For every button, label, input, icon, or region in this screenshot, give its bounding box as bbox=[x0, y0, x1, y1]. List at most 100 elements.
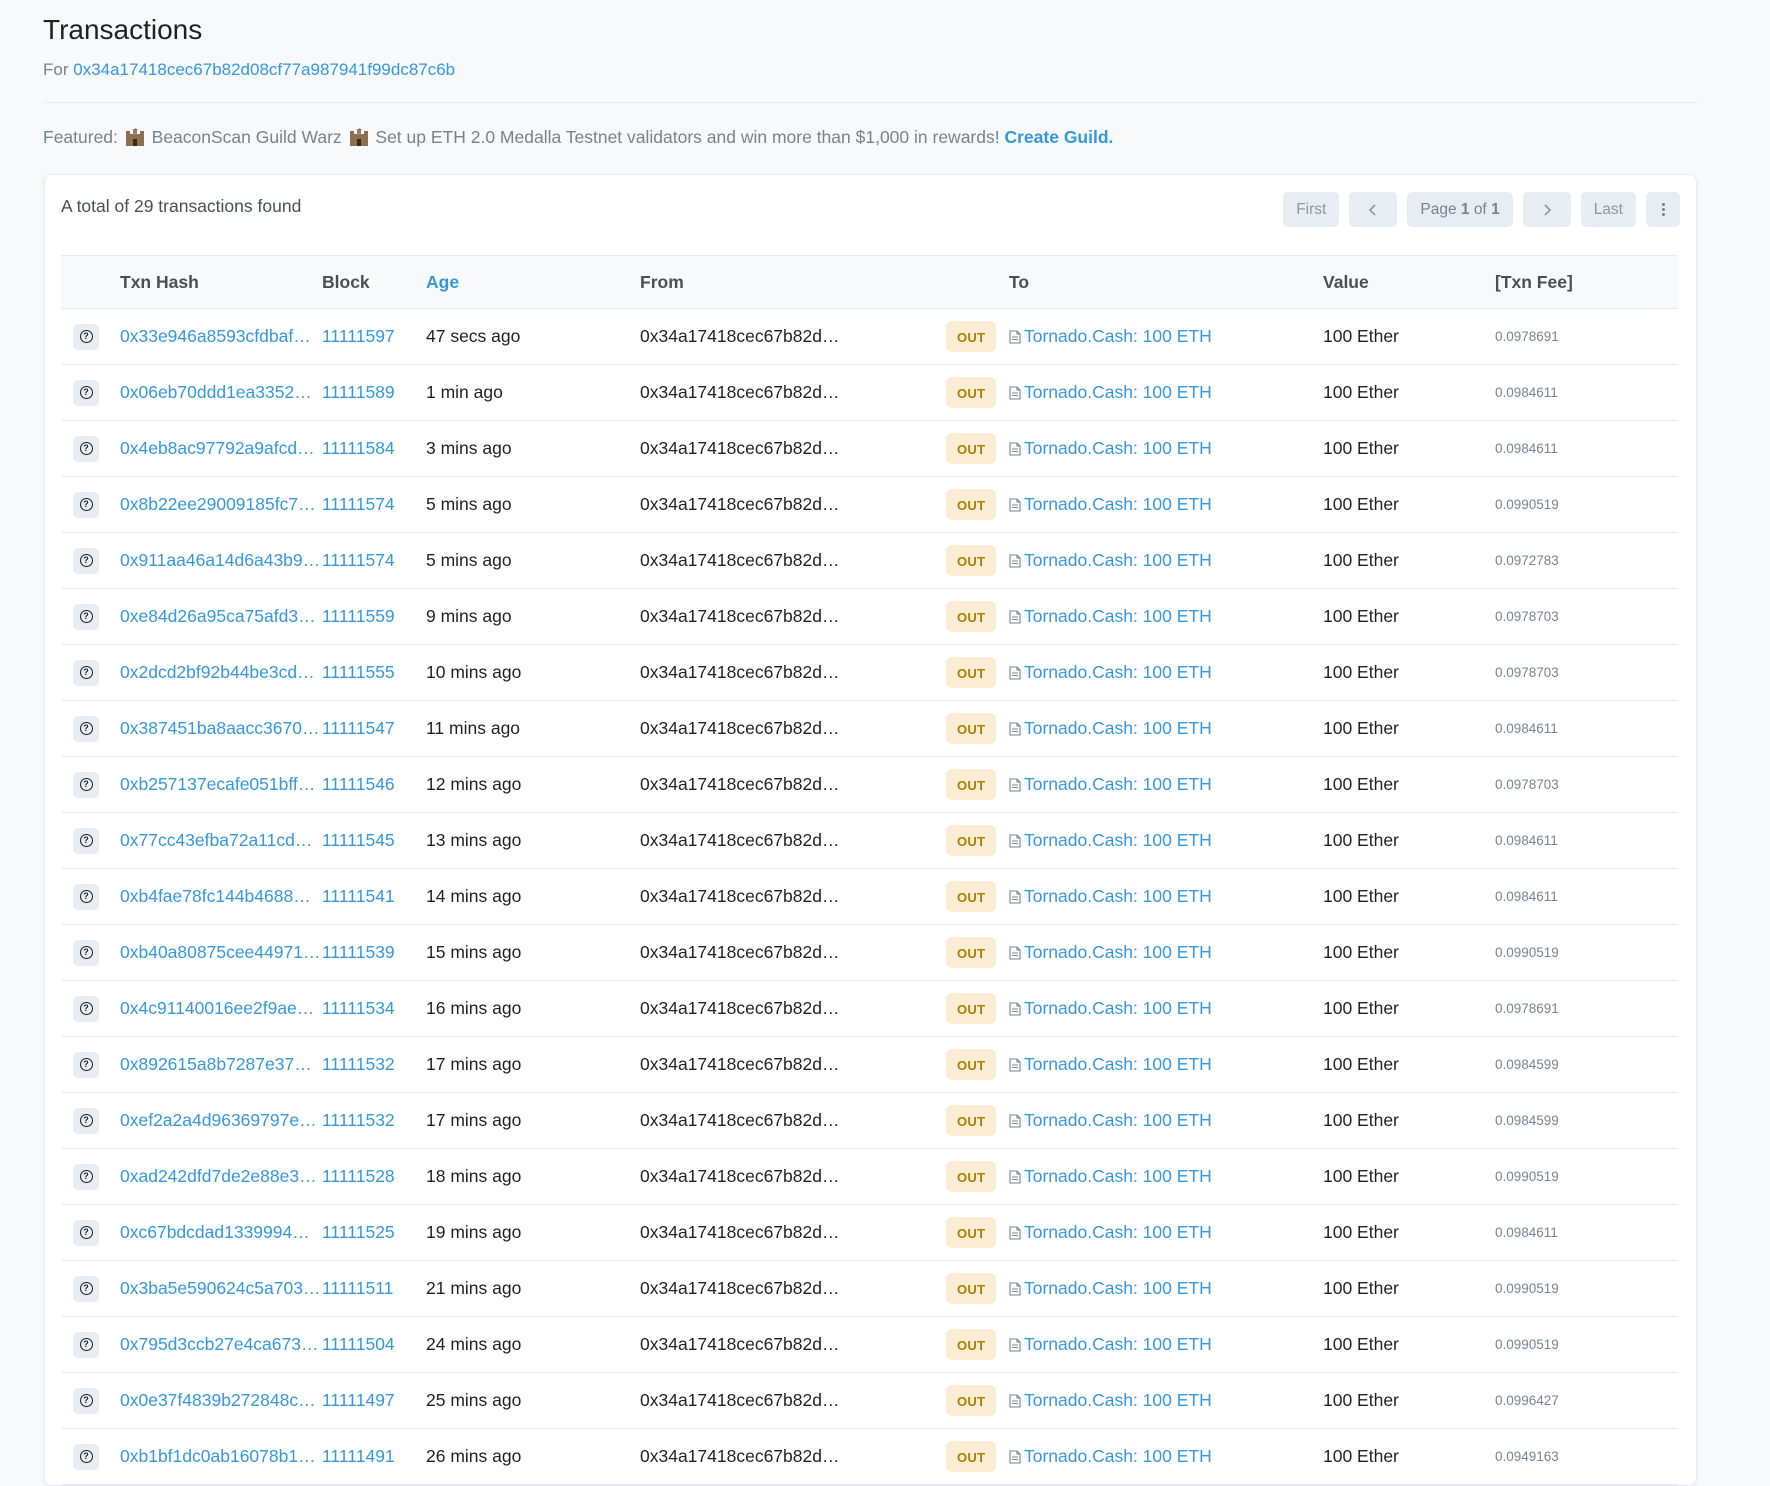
txn-details-button[interactable]: ? bbox=[73, 435, 99, 462]
txn-details-button[interactable]: ? bbox=[73, 883, 99, 910]
txn-details-button[interactable]: ? bbox=[73, 323, 99, 350]
next-page-button[interactable] bbox=[1522, 192, 1571, 227]
value-cell: 100 Ether bbox=[1323, 924, 1495, 981]
block-link[interactable]: 11111547 bbox=[322, 718, 395, 738]
out-badge: OUT bbox=[946, 433, 997, 464]
question-icon: ? bbox=[79, 386, 93, 400]
more-options-button[interactable] bbox=[1646, 192, 1680, 227]
txn-details-button[interactable]: ? bbox=[73, 827, 99, 854]
txn-hash-link[interactable]: 0x4c91140016ee2f9ae… bbox=[120, 998, 314, 1018]
to-address-link[interactable]: Tornado.Cash: 100 ETH bbox=[1024, 718, 1212, 738]
txn-hash-link[interactable]: 0xb4fae78fc144b4688… bbox=[120, 886, 311, 906]
txn-hash-link[interactable]: 0x06eb70ddd1ea3352… bbox=[120, 382, 312, 402]
block-link[interactable]: 11111539 bbox=[322, 942, 395, 962]
block-link[interactable]: 11111491 bbox=[322, 1446, 395, 1466]
txn-details-button[interactable]: ? bbox=[73, 995, 99, 1022]
block-link[interactable]: 11111546 bbox=[322, 774, 395, 794]
block-link[interactable]: 11111584 bbox=[322, 438, 395, 458]
txn-hash-link[interactable]: 0x33e946a8593cfdbaf… bbox=[120, 326, 311, 346]
txn-hash-link[interactable]: 0xb257137ecafe051bff… bbox=[120, 774, 315, 794]
last-page-button[interactable]: Last bbox=[1580, 192, 1636, 227]
txn-details-button[interactable]: ? bbox=[73, 939, 99, 966]
txn-details-button[interactable]: ? bbox=[73, 1443, 99, 1470]
block-link[interactable]: 11111555 bbox=[322, 662, 395, 682]
block-link[interactable]: 11111532 bbox=[322, 1110, 395, 1130]
to-address-link[interactable]: Tornado.Cash: 100 ETH bbox=[1024, 494, 1212, 514]
txn-hash-link[interactable]: 0x4eb8ac97792a9afcd… bbox=[120, 438, 315, 458]
txn-details-button[interactable]: ? bbox=[73, 715, 99, 742]
txn-details-button[interactable]: ? bbox=[73, 1331, 99, 1358]
direction-cell: OUT bbox=[940, 1204, 1009, 1261]
block-link[interactable]: 11111511 bbox=[322, 1278, 393, 1298]
to-address-link[interactable]: Tornado.Cash: 100 ETH bbox=[1024, 438, 1212, 458]
txn-hash-link[interactable]: 0xb40a80875cee44971… bbox=[120, 942, 320, 962]
to-address-link[interactable]: Tornado.Cash: 100 ETH bbox=[1024, 998, 1212, 1018]
txn-hash-link[interactable]: 0x911aa46a14d6a43b9… bbox=[120, 550, 320, 570]
txn-hash-link[interactable]: 0xe84d26a95ca75afd3… bbox=[120, 606, 316, 626]
txn-details-button[interactable]: ? bbox=[73, 379, 99, 406]
to-address-link[interactable]: Tornado.Cash: 100 ETH bbox=[1024, 1390, 1212, 1410]
to-address-link[interactable]: Tornado.Cash: 100 ETH bbox=[1024, 1446, 1212, 1466]
block-link[interactable]: 11111541 bbox=[322, 886, 395, 906]
to-address-link[interactable]: Tornado.Cash: 100 ETH bbox=[1024, 1054, 1212, 1074]
txn-details-button[interactable]: ? bbox=[73, 491, 99, 518]
to-cell: Tornado.Cash: 100 ETH bbox=[1009, 980, 1323, 1037]
block-link[interactable]: 11111545 bbox=[322, 830, 395, 850]
to-address-link[interactable]: Tornado.Cash: 100 ETH bbox=[1024, 1110, 1212, 1130]
txn-hash-cell: 0x2dcd2bf92b44be3cd… bbox=[120, 644, 322, 701]
txn-hash-link[interactable]: 0x795d3ccb27e4ca673… bbox=[120, 1334, 319, 1354]
prev-page-button[interactable] bbox=[1349, 192, 1398, 227]
txn-hash-link[interactable]: 0x3ba5e590624c5a703… bbox=[120, 1278, 320, 1298]
txn-hash-link[interactable]: 0xef2a2a4d96369797e… bbox=[120, 1110, 317, 1130]
txn-hash-link[interactable]: 0x2dcd2bf92b44be3cd… bbox=[120, 662, 315, 682]
txn-hash-link[interactable]: 0x8b22ee29009185fc7… bbox=[120, 494, 316, 514]
txn-details-button[interactable]: ? bbox=[73, 1219, 99, 1246]
to-address-link[interactable]: Tornado.Cash: 100 ETH bbox=[1024, 606, 1212, 626]
block-link[interactable]: 11111532 bbox=[322, 1054, 395, 1074]
to-address-link[interactable]: Tornado.Cash: 100 ETH bbox=[1024, 1334, 1212, 1354]
block-link[interactable]: 11111497 bbox=[322, 1390, 395, 1410]
txn-details-button[interactable]: ? bbox=[73, 547, 99, 574]
create-guild-link[interactable]: Create Guild. bbox=[1004, 127, 1113, 147]
to-address-link[interactable]: Tornado.Cash: 100 ETH bbox=[1024, 942, 1212, 962]
txn-details-button[interactable]: ? bbox=[73, 1051, 99, 1078]
txn-details-button[interactable]: ? bbox=[73, 1107, 99, 1134]
to-address-link[interactable]: Tornado.Cash: 100 ETH bbox=[1024, 662, 1212, 682]
block-link[interactable]: 11111574 bbox=[322, 494, 395, 514]
block-link[interactable]: 11111534 bbox=[322, 998, 395, 1018]
txn-details-button[interactable]: ? bbox=[73, 1275, 99, 1302]
txn-hash-link[interactable]: 0xad242dfd7de2e88e3… bbox=[120, 1166, 317, 1186]
block-link[interactable]: 11111597 bbox=[322, 326, 395, 346]
to-address-link[interactable]: Tornado.Cash: 100 ETH bbox=[1024, 1166, 1212, 1186]
txn-hash-cell: 0xb4fae78fc144b4688… bbox=[120, 868, 322, 925]
txn-details-button[interactable]: ? bbox=[73, 1163, 99, 1190]
txn-details-button[interactable]: ? bbox=[73, 659, 99, 686]
header-age[interactable]: Age bbox=[426, 255, 640, 309]
txn-hash-link[interactable]: 0x0e37f4839b272848c… bbox=[120, 1390, 316, 1410]
first-page-button[interactable]: First bbox=[1283, 192, 1340, 227]
to-address-link[interactable]: Tornado.Cash: 100 ETH bbox=[1024, 830, 1212, 850]
block-link[interactable]: 11111589 bbox=[322, 382, 395, 402]
txn-hash-link[interactable]: 0x892615a8b7287e37… bbox=[120, 1054, 312, 1074]
block-link[interactable]: 11111559 bbox=[322, 606, 395, 626]
txn-details-button[interactable]: ? bbox=[73, 603, 99, 630]
address-link[interactable]: 0x34a17418cec67b82d08cf77a987941f99dc87c… bbox=[73, 60, 455, 79]
block-link[interactable]: 11111528 bbox=[322, 1166, 395, 1186]
txn-hash-link[interactable]: 0x387451ba8aacc3670… bbox=[120, 718, 319, 738]
to-address-link[interactable]: Tornado.Cash: 100 ETH bbox=[1024, 1222, 1212, 1242]
block-link[interactable]: 11111504 bbox=[322, 1334, 395, 1354]
to-address-link[interactable]: Tornado.Cash: 100 ETH bbox=[1024, 886, 1212, 906]
out-badge: OUT bbox=[946, 377, 997, 408]
block-link[interactable]: 11111525 bbox=[322, 1222, 395, 1242]
to-address-link[interactable]: Tornado.Cash: 100 ETH bbox=[1024, 550, 1212, 570]
txn-details-button[interactable]: ? bbox=[73, 1387, 99, 1414]
txn-details-button[interactable]: ? bbox=[73, 771, 99, 798]
to-address-link[interactable]: Tornado.Cash: 100 ETH bbox=[1024, 382, 1212, 402]
block-link[interactable]: 11111574 bbox=[322, 550, 395, 570]
to-address-link[interactable]: Tornado.Cash: 100 ETH bbox=[1024, 774, 1212, 794]
txn-hash-link[interactable]: 0xc67bdcdad1339994… bbox=[120, 1222, 310, 1242]
txn-hash-link[interactable]: 0x77cc43efba72a11cd… bbox=[120, 830, 312, 850]
txn-hash-link[interactable]: 0xb1bf1dc0ab16078b1… bbox=[120, 1446, 316, 1466]
to-address-link[interactable]: Tornado.Cash: 100 ETH bbox=[1024, 326, 1212, 346]
to-address-link[interactable]: Tornado.Cash: 100 ETH bbox=[1024, 1278, 1212, 1298]
